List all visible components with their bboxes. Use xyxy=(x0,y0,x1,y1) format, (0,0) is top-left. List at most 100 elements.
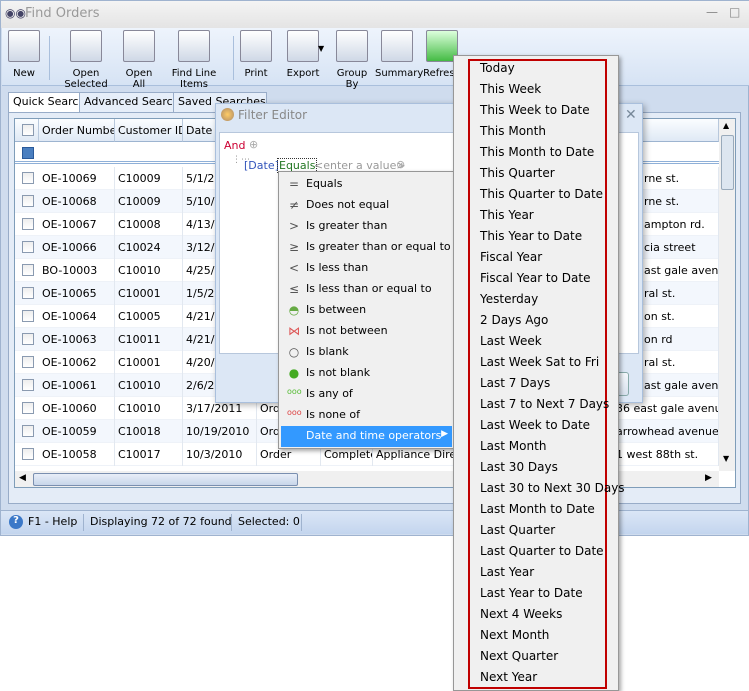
tab-advanced-search[interactable]: Advanced Search xyxy=(79,92,185,112)
date-operator-item[interactable]: Today xyxy=(480,61,515,82)
row-checkbox[interactable] xyxy=(22,356,34,368)
column-header-order-number[interactable]: Order Number xyxy=(39,119,115,142)
vertical-scrollbar[interactable]: ▲ ▼ xyxy=(719,119,735,471)
cell-addr: ral st. xyxy=(641,351,719,374)
operator-item[interactable]: ○ Is blank xyxy=(281,342,452,363)
row-checkbox[interactable] xyxy=(22,195,34,207)
operator-label: Is not blank xyxy=(306,366,371,379)
row-checkbox[interactable] xyxy=(22,425,34,437)
operator-item[interactable]: ooo Is none of xyxy=(281,405,452,426)
date-operator-item[interactable]: Last Week to Date xyxy=(480,418,590,439)
minimize-button[interactable]: — xyxy=(706,5,718,19)
help-icon[interactable]: ? xyxy=(9,515,23,529)
add-condition-icon[interactable]: ⊕ xyxy=(249,138,258,151)
date-operator-item[interactable]: Last Quarter to Date xyxy=(480,544,604,565)
date-operator-item[interactable]: Next Month xyxy=(480,628,549,649)
remove-condition-icon[interactable]: ⊗ xyxy=(396,158,405,171)
date-operator-item[interactable]: This Month xyxy=(480,124,546,145)
date-operator-item[interactable]: This Year to Date xyxy=(480,229,582,250)
row-checkbox[interactable] xyxy=(22,264,34,276)
new-button[interactable]: New xyxy=(4,30,44,79)
operator-item[interactable]: = Equals xyxy=(281,174,452,195)
find-line-items-button[interactable]: Find Line Items xyxy=(160,30,228,90)
operator-item[interactable]: ≠ Does not equal xyxy=(281,195,452,216)
summary-button[interactable]: Summary xyxy=(375,30,423,79)
row-checkbox[interactable] xyxy=(22,241,34,253)
row-checkbox[interactable] xyxy=(22,310,34,322)
binoculars-icon xyxy=(178,30,210,62)
operator-item[interactable]: ooo Is any of xyxy=(281,384,452,405)
cell-date: 10/19/2010 xyxy=(183,420,257,443)
date-operator-item[interactable]: Last 30 Days xyxy=(480,460,558,481)
operator-icon: ● xyxy=(288,366,300,380)
date-operator-item[interactable]: Last 7 Days xyxy=(480,376,550,397)
date-operator-item[interactable]: Last Year to Date xyxy=(480,586,583,607)
date-operator-item[interactable]: This Week xyxy=(480,82,541,103)
select-all-checkbox[interactable] xyxy=(22,124,34,136)
date-operator-item[interactable]: This Quarter to Date xyxy=(480,187,603,208)
date-operator-item[interactable]: This Month to Date xyxy=(480,145,594,166)
date-operator-item[interactable]: Last 30 to Next 30 Days xyxy=(480,481,625,502)
horizontal-scroll-thumb[interactable] xyxy=(33,473,298,486)
date-operator-item[interactable]: Next Quarter xyxy=(480,649,558,670)
date-operator-item[interactable]: Next Year xyxy=(480,670,537,691)
group-operator-and[interactable]: And xyxy=(224,139,245,152)
condition-field[interactable]: [Date] xyxy=(244,159,279,172)
column-header-customer-id[interactable]: Customer ID xyxy=(115,119,183,142)
date-operator-item[interactable]: This Year xyxy=(480,208,534,229)
date-operator-item[interactable]: This Quarter xyxy=(480,166,555,187)
row-checkbox[interactable] xyxy=(22,218,34,230)
row-checkbox[interactable] xyxy=(22,333,34,345)
operator-item[interactable]: > Is greater than xyxy=(281,216,452,237)
date-operator-item[interactable]: Last 7 to Next 7 Days xyxy=(480,397,609,418)
date-operator-item[interactable]: 2 Days Ago xyxy=(480,313,548,334)
vertical-scroll-thumb[interactable] xyxy=(721,135,734,190)
date-operator-item[interactable]: Last Year xyxy=(480,565,534,586)
date-operator-item[interactable]: Last Week Sat to Fri xyxy=(480,355,599,376)
date-operator-item[interactable]: Last Week xyxy=(480,334,542,355)
cell-order: OE-10067 xyxy=(39,213,115,236)
maximize-button[interactable]: □ xyxy=(729,5,740,19)
row-checkbox[interactable] xyxy=(22,402,34,414)
operator-item[interactable]: ◓ Is between xyxy=(281,300,452,321)
scroll-down-icon[interactable]: ▼ xyxy=(723,454,729,463)
operator-item[interactable]: ≤ Is less than or equal to xyxy=(281,279,452,300)
print-button[interactable]: Print xyxy=(238,30,274,79)
select-all-header xyxy=(15,119,39,142)
operator-icon: ○ xyxy=(288,345,300,359)
open-selected-button[interactable]: Open Selected xyxy=(54,30,118,90)
export-dropdown-icon[interactable]: ▼ xyxy=(318,44,324,53)
close-icon[interactable]: ✕ xyxy=(625,107,637,123)
date-operator-item[interactable]: Fiscal Year to Date xyxy=(480,271,590,292)
date-operator-item[interactable]: This Week to Date xyxy=(480,103,590,124)
row-checkbox[interactable] xyxy=(22,287,34,299)
scroll-up-icon[interactable]: ▲ xyxy=(723,121,729,130)
row-checkbox[interactable] xyxy=(22,379,34,391)
binoculars-icon: ◉◉ xyxy=(5,6,26,20)
row-checkbox[interactable] xyxy=(22,172,34,184)
row-checkbox[interactable] xyxy=(22,448,34,460)
operator-item[interactable]: < Is less than xyxy=(281,258,452,279)
export-button[interactable]: Export xyxy=(279,30,327,79)
date-operator-item[interactable]: Last Month xyxy=(480,439,546,460)
date-operator-item[interactable]: Fiscal Year xyxy=(480,250,542,271)
display-count: Displaying 72 of 72 found xyxy=(90,515,232,528)
open-all-button[interactable]: Open All xyxy=(119,30,159,90)
scroll-left-icon[interactable]: ◀ xyxy=(19,473,26,483)
group-by-button[interactable]: Group By xyxy=(330,30,374,90)
date-operator-item[interactable]: Last Quarter xyxy=(480,523,555,544)
help-text[interactable]: F1 - Help xyxy=(28,515,77,528)
date-operator-item[interactable]: Yesterday xyxy=(480,292,538,313)
cell-addr: ast gale avenue xyxy=(641,374,719,397)
cell-addr: ast gale avenue xyxy=(641,259,719,282)
scroll-right-icon[interactable]: ▶ xyxy=(705,473,712,483)
operator-item[interactable]: ⋈ Is not between xyxy=(281,321,452,342)
operator-item[interactable]: ≥ Is greater than or equal to xyxy=(281,237,452,258)
operator-item[interactable]: Date and time operators ▶ xyxy=(281,426,452,447)
date-operator-item[interactable]: Next 4 Weeks xyxy=(480,607,562,628)
label: Find Line Items xyxy=(171,68,217,90)
operator-item[interactable]: ● Is not blank xyxy=(281,363,452,384)
operator-icon: ooo xyxy=(287,387,302,396)
cell-cust: C10011 xyxy=(115,328,183,351)
date-operator-item[interactable]: Last Month to Date xyxy=(480,502,595,523)
